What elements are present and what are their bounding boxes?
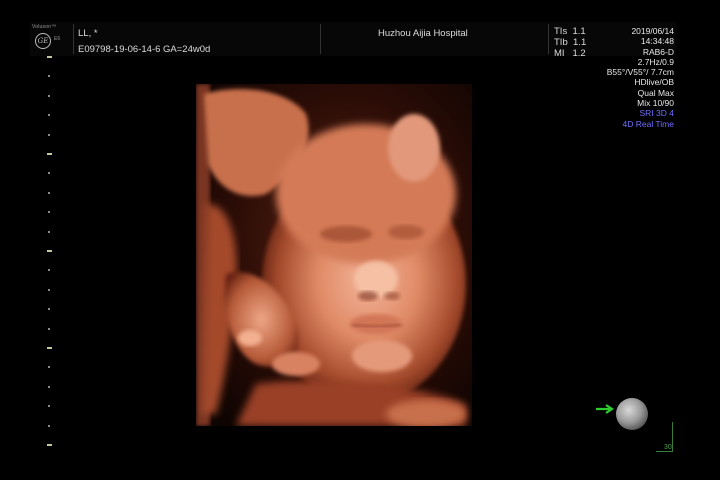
depth-tick — [48, 172, 50, 175]
depth-tick — [47, 347, 52, 349]
mechanical-index: MI 1.2 — [554, 48, 586, 59]
probe-name: RAB6-D — [642, 46, 674, 57]
mix-setting: Mix 10/90 — [637, 98, 674, 109]
depth-tick — [48, 133, 50, 136]
patient-name: LL, * — [78, 28, 98, 39]
thermal-value: 1.1 — [573, 37, 587, 48]
depth-tick — [47, 153, 52, 155]
fetal-face-image — [196, 84, 472, 426]
thermal-index-tib: TIb 1.1 — [554, 37, 586, 48]
brand-label: Voluson™ — [32, 24, 57, 30]
depth-ruler — [46, 56, 54, 456]
thermal-label: MI — [554, 48, 565, 59]
depth-tick — [48, 191, 50, 194]
ultrasound-screen: Voluson™ GE E6 LL, * E09798-19-06-14-6 G… — [0, 0, 720, 480]
thermal-label: TIs — [554, 26, 568, 37]
orientation-label: 30 — [664, 444, 672, 451]
depth-tick — [48, 114, 50, 117]
orientation-axis — [672, 422, 673, 452]
depth-tick — [47, 56, 52, 58]
depth-tick — [48, 269, 50, 272]
voluson-logo: Voluson™ GE E6 — [32, 24, 72, 52]
depth-tick — [47, 250, 52, 252]
depth-tick — [48, 366, 50, 369]
depth-tick — [48, 405, 50, 408]
thermal-value: 1.1 — [572, 26, 586, 37]
model-label: E6 — [54, 36, 61, 42]
hospital-name: Huzhou Aijia Hospital — [378, 28, 468, 39]
exam-date: 2019/06/14 — [631, 26, 674, 36]
depth-tick — [48, 75, 50, 78]
patient-id-line: E09798-19-06-14-6 GA=24w0d — [78, 44, 211, 55]
sector-angle: B55°/V55°/ 7.7cm — [606, 67, 674, 78]
depth-tick — [48, 327, 50, 330]
header-divider — [73, 24, 74, 54]
acquisition-info-panel: 2019/06/14 14:34:48 RAB6-D 2.7Hz/0.9 B55… — [607, 26, 674, 129]
depth-tick — [47, 444, 52, 446]
depth-tick — [48, 385, 50, 388]
depth-tick — [48, 230, 50, 233]
depth-tick — [48, 288, 50, 291]
orientation-arrow-icon — [596, 404, 614, 414]
frequency: 2.7Hz/0.9 — [637, 56, 674, 67]
thermal-value: 1.2 — [572, 48, 586, 59]
sri-setting: SRI 3D 4 — [639, 108, 675, 119]
depth-tick — [48, 308, 50, 311]
ge-logo-icon: GE — [35, 33, 51, 49]
depth-tick — [48, 211, 50, 214]
render-mode: HDlive/OB — [634, 77, 674, 88]
exam-time: 14:34:48 — [640, 36, 674, 47]
quality-setting: Qual Max — [637, 87, 674, 98]
depth-tick — [48, 94, 50, 97]
realtime-mode: 4D Real Time — [622, 118, 675, 129]
depth-tick — [48, 424, 50, 427]
thermal-index-tis: TIs 1.1 — [554, 26, 586, 37]
orientation-sphere-icon — [616, 398, 648, 430]
fetal-3d-render — [196, 84, 472, 426]
thermal-label: TIb — [554, 37, 568, 48]
orientation-axis — [656, 451, 673, 452]
header-divider — [320, 24, 321, 54]
header-divider — [548, 24, 549, 54]
